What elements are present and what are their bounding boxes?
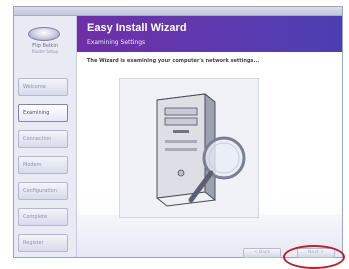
steps-sidebar: Flip Belkin Router Setup Welcome Examini… [14,16,77,257]
next-button[interactable]: Next > [297,248,335,258]
step-welcome[interactable]: Welcome [18,78,68,96]
step-examining[interactable]: Examining [18,104,68,122]
section-title: Examining Settings [87,39,146,46]
step-register[interactable]: Register [18,234,68,252]
wizard-header: Easy Install Wizard Examining Settings [77,16,342,52]
wizard-window: Flip Belkin Router Setup Welcome Examini… [13,6,343,258]
wizard-title: Easy Install Wizard [87,22,187,34]
step-connection[interactable]: Connection [18,130,68,148]
brand-subtitle: Router Setup [31,49,59,54]
instruction-text: The Wizard is examining your computer's … [87,58,260,64]
brand-logo-icon [28,27,60,41]
computer-magnifier-illustration-icon [119,78,259,218]
window-titlebar[interactable] [14,7,342,16]
step-modem[interactable]: Modem [18,156,68,174]
step-complete[interactable]: Complete [18,208,68,226]
back-button[interactable]: < Back [243,248,281,258]
step-configuration[interactable]: Configuration [18,182,68,200]
wizard-main-panel: Easy Install Wizard Examining Settings T… [77,16,342,258]
